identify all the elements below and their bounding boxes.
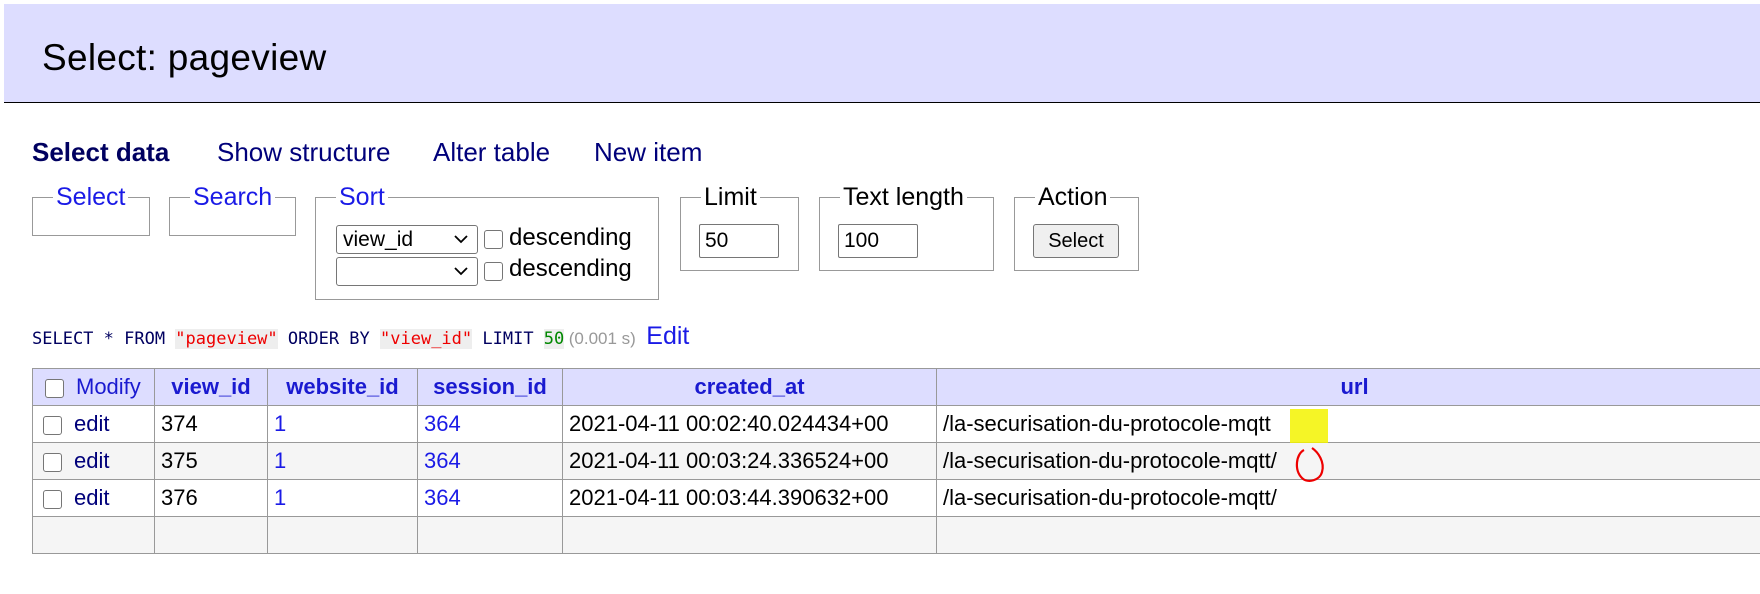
sql-table-name: "pageview"	[175, 329, 278, 349]
text-length-input[interactable]: 100	[838, 224, 918, 258]
row-checkbox[interactable]	[43, 452, 62, 472]
select-fieldset: Select	[32, 183, 150, 236]
sort-column-select-2[interactable]	[336, 257, 478, 286]
row-edit-link[interactable]: edit	[74, 448, 109, 473]
cell-created-at: 2021-04-11 00:02:40.024434+00	[562, 405, 937, 443]
limit-input[interactable]: 50	[699, 224, 779, 258]
cell-created-at: 2021-04-11 00:03:24.336524+00	[562, 442, 937, 480]
search-legend-link[interactable]: Search	[190, 183, 276, 211]
tab-select-data[interactable]: Select data	[32, 135, 169, 169]
cell-session-id-link[interactable]: 364	[417, 405, 563, 443]
cell-view-id: 376	[154, 479, 268, 517]
limit-fieldset: Limit 50	[680, 183, 799, 271]
row-actions-cell: edit	[32, 479, 155, 517]
action-fieldset: Action Select	[1014, 183, 1139, 271]
select-submit-button[interactable]: Select	[1033, 224, 1119, 258]
row-checkbox[interactable]	[43, 415, 62, 435]
row-actions-cell: edit	[32, 405, 155, 443]
column-header-view-id[interactable]: view_id	[154, 368, 268, 406]
cell-url: /la-securisation-du-protocole-mqtt/	[936, 442, 1760, 480]
cell-url: /la-securisation-du-protocole-mqtt	[936, 405, 1760, 443]
row-checkbox[interactable]	[43, 489, 62, 509]
data-table: Modify view_id website_id session_id cre…	[32, 368, 1760, 554]
cell-url: /la-securisation-du-protocole-mqtt/	[936, 479, 1760, 517]
column-header-website-id[interactable]: website_id	[267, 368, 418, 406]
sql-query-line: SELECT * FROM "pageview" ORDER BY "view_…	[32, 322, 689, 352]
action-legend: Action	[1035, 183, 1111, 211]
cell-view-id: 374	[154, 405, 268, 443]
sort-descending-label-1: descending	[509, 224, 632, 251]
table-header-row: Modify view_id website_id session_id cre…	[32, 368, 1760, 406]
sort-fieldset: Sort view_id descending descending	[315, 183, 659, 300]
column-header-session-id[interactable]: session_id	[417, 368, 563, 406]
modify-label: Modify	[76, 374, 141, 399]
cell-created-at: 2021-04-11 00:03:44.390632+00	[562, 479, 937, 517]
cell-session-id-link[interactable]: 364	[417, 442, 563, 480]
sort-descending-label-2: descending	[509, 255, 632, 282]
sql-limit-keyword: LIMIT	[472, 329, 544, 349]
partial-cell	[417, 516, 563, 554]
sort-column-select-1[interactable]: view_id	[336, 225, 478, 254]
cell-website-id-link[interactable]: 1	[267, 479, 418, 517]
column-header-created-at[interactable]: created_at	[562, 368, 937, 406]
cell-session-id-link[interactable]: 364	[417, 479, 563, 517]
table-row: edit 374 1 364 2021-04-11 00:02:40.02443…	[32, 405, 1760, 443]
table-row: edit 376 1 364 2021-04-11 00:03:44.39063…	[32, 479, 1760, 517]
tab-new-item[interactable]: New item	[594, 135, 702, 169]
cell-website-id-link[interactable]: 1	[267, 442, 418, 480]
row-edit-link[interactable]: edit	[74, 485, 109, 510]
tab-alter-table[interactable]: Alter table	[433, 135, 550, 169]
sql-limit-value: 50	[543, 329, 565, 349]
partial-cell	[267, 516, 418, 554]
partial-cell	[936, 516, 1760, 554]
table-row: edit 375 1 364 2021-04-11 00:03:24.33652…	[32, 442, 1760, 480]
text-length-legend: Text length	[840, 183, 967, 211]
modify-header: Modify	[32, 368, 155, 406]
row-edit-link[interactable]: edit	[74, 411, 109, 436]
column-header-url[interactable]: url	[936, 368, 1760, 406]
select-legend-link[interactable]: Select	[53, 183, 129, 211]
sql-select-from: SELECT * FROM	[32, 329, 176, 349]
partial-cell	[154, 516, 268, 554]
sort-descending-checkbox-1[interactable]	[484, 230, 503, 249]
edit-query-link[interactable]: Edit	[646, 322, 689, 350]
sort-column-value-1: view_id	[343, 228, 414, 251]
select-all-checkbox[interactable]	[45, 378, 64, 398]
page-header: Select: pageview	[4, 4, 1760, 103]
table-row-partial	[32, 516, 1760, 554]
partial-cell	[562, 516, 937, 554]
query-time: (0.001 s)	[568, 329, 636, 348]
search-fieldset: Search	[169, 183, 296, 236]
red-circle-annotation	[1295, 447, 1324, 482]
yellow-highlight-annotation	[1290, 409, 1328, 443]
chevron-down-icon	[454, 267, 468, 276]
row-actions-cell: edit	[32, 442, 155, 480]
page-title: Select: pageview	[42, 37, 327, 78]
cell-view-id: 375	[154, 442, 268, 480]
sort-descending-checkbox-2[interactable]	[484, 262, 503, 281]
tab-show-structure[interactable]: Show structure	[217, 135, 390, 169]
partial-cell	[32, 516, 155, 554]
sql-order-by: ORDER BY	[277, 329, 381, 349]
chevron-down-icon	[454, 235, 468, 244]
sort-legend-link[interactable]: Sort	[336, 183, 388, 211]
text-length-fieldset: Text length 100	[819, 183, 994, 271]
limit-legend: Limit	[701, 183, 760, 211]
sql-order-column: "view_id"	[380, 329, 473, 349]
cell-website-id-link[interactable]: 1	[267, 405, 418, 443]
